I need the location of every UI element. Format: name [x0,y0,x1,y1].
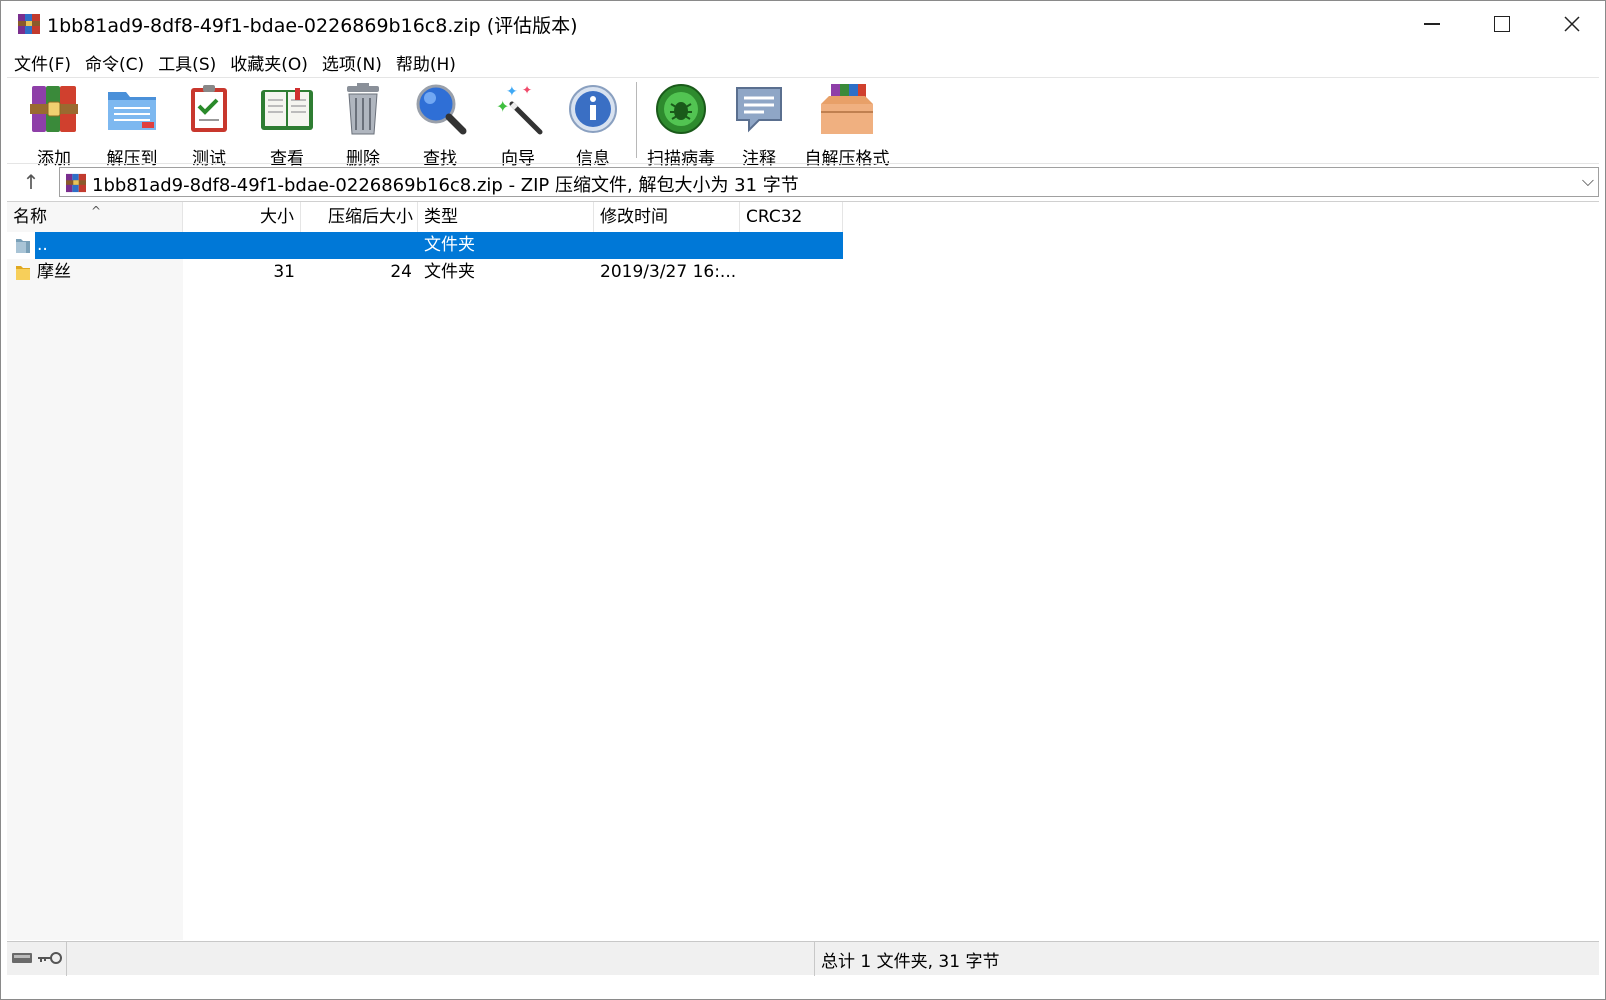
svg-text:✦: ✦ [522,83,532,97]
column-header-crc32-label: CRC32 [746,207,803,227]
window-title: 1bb81ad9-8df8-49f1-bdae-0226869b16c8.zip… [47,15,578,37]
list-row-parent[interactable]: .. 文件夹 [7,232,843,259]
maximize-button[interactable] [1467,1,1537,47]
status-middle-pane [67,942,815,976]
view-button[interactable]: 查看 [255,82,319,169]
wizard-button[interactable]: ✦ ✦ ✦ 向导 [487,82,549,169]
row-selection-fill [183,232,843,259]
zip-archive-icon [66,173,86,193]
comment-icon [736,87,782,133]
view-book-icon [261,88,313,130]
status-icons [7,942,67,976]
toolbar: 添加 解压到 测试 查看 删除 查找 ✦ ✦ ✦ 向导 信息 扫描病毒 注释 自… [7,77,1599,169]
menu-help[interactable]: 帮助(H) [389,50,463,75]
winrar-app-icon [18,14,40,34]
toolbar-separator [636,82,637,158]
file-list: 名称 ^ 大小 压缩后大小 类型 修改时间 CRC32 .. 文件夹 摩丝 31… [7,201,1599,940]
column-header-size[interactable]: 大小 [183,202,301,232]
title-bar: 1bb81ad9-8df8-49f1-bdae-0226869b16c8.zip… [1,1,1605,47]
status-summary: 总计 1 文件夹, 31 字节 [821,952,1000,972]
comment-button[interactable]: 注释 [729,82,789,169]
column-header-name[interactable]: 名称 ^ [7,202,183,232]
trash-icon [347,83,379,135]
menu-file[interactable]: 文件(F) [7,50,78,75]
row-name: 摩丝 [37,262,71,282]
row-modified: 2019/3/27 16:... [600,262,737,282]
minimize-button[interactable] [1397,1,1467,47]
svg-text:✦: ✦ [506,84,518,100]
delete-button[interactable]: 删除 [333,82,393,169]
row-packed-size: 24 [390,262,412,282]
row-size: 31 [273,262,295,282]
chevron-down-icon[interactable]: ⌵ [1582,171,1594,191]
address-text: 1bb81ad9-8df8-49f1-bdae-0226869b16c8.zip… [92,175,799,196]
info-button[interactable]: 信息 [563,82,623,169]
arrow-up-icon: ↑ [22,170,40,194]
column-header-packed[interactable]: 压缩后大小 [301,202,418,232]
address-row: ↑ 1bb81ad9-8df8-49f1-bdae-0226869b16c8.z… [7,163,1599,199]
column-header-packed-label: 压缩后大小 [328,207,413,227]
info-icon [569,85,617,133]
parent-folder-icon [16,239,30,253]
up-button[interactable]: ↑ [17,171,45,195]
test-button[interactable]: 测试 [179,82,239,169]
maximize-icon [1494,16,1510,32]
menu-options[interactable]: 选项(N) [315,50,389,75]
row-name: .. [35,232,183,259]
extract-to-button[interactable]: 解压到 [99,82,165,169]
column-header-type-label: 类型 [424,207,458,227]
menu-tools[interactable]: 工具(S) [151,50,223,75]
column-header-modified-label: 修改时间 [600,207,668,227]
magnifier-icon [416,84,467,135]
test-icon [191,85,227,132]
sort-ascending-icon: ^ [91,204,102,218]
column-header-size-label: 大小 [260,207,294,227]
list-row[interactable]: 摩丝 31 24 文件夹 2019/3/27 16:... [7,259,843,286]
status-bar: 总计 1 文件夹, 31 字节 [7,941,1599,976]
close-button[interactable] [1537,1,1606,47]
minimize-icon [1424,23,1440,25]
row-type: 文件夹 [424,235,475,255]
column-header-crc32[interactable]: CRC32 [740,202,843,232]
find-button[interactable]: 查找 [409,82,471,169]
address-field[interactable]: 1bb81ad9-8df8-49f1-bdae-0226869b16c8.zip… [59,167,1599,197]
drive-icon [12,953,32,963]
menu-bar: 文件(F) 命令(C) 工具(S) 收藏夹(O) 选项(N) 帮助(H) [7,48,463,76]
winrar-window: 1bb81ad9-8df8-49f1-bdae-0226869b16c8.zip… [0,0,1606,1000]
column-header-name-label: 名称 [13,207,47,227]
virus-scan-button[interactable]: 扫描病毒 [643,82,719,169]
row-type: 文件夹 [424,262,475,282]
virus-scan-icon [656,84,706,134]
column-header-modified[interactable]: 修改时间 [594,202,740,232]
row-crc32 [746,259,843,286]
key-icon[interactable] [37,950,63,966]
sfx-button[interactable]: 自解压格式 [801,82,893,169]
close-icon [1564,16,1580,32]
folder-icon [16,266,30,280]
sfx-box-icon [821,84,873,134]
add-archive-icon [30,86,78,132]
column-header-type[interactable]: 类型 [418,202,594,232]
add-button[interactable]: 添加 [23,82,85,169]
menu-favorites[interactable]: 收藏夹(O) [223,50,315,75]
menu-commands[interactable]: 命令(C) [78,50,151,75]
extract-to-icon [108,92,156,130]
name-column-background [7,202,183,940]
magic-wand-icon: ✦ ✦ ✦ [496,83,543,135]
